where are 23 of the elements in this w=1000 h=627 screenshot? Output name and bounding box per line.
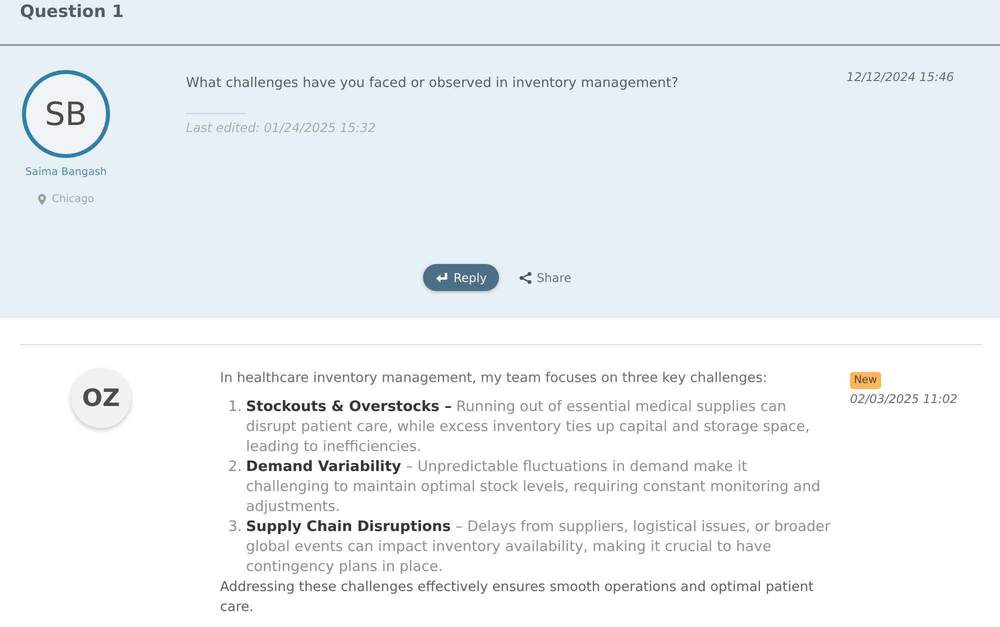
reply-arrow-icon [434,272,448,284]
map-pin-icon [38,194,46,204]
list-number: 3. [227,518,243,537]
author-avatar: SB [22,70,110,158]
question-title: Question 1 [20,1,124,24]
answer-avatar: OZ [71,368,131,428]
location-text: Chicago [52,192,94,206]
last-edited-text: Last edited: 01/24/2025 15:32 [186,120,377,136]
new-badge: New [850,372,881,389]
list-item-text: Stockouts & Overstocks – Running out of essential medical supplies can disrupt patient care, while excess inventory ties up capital and storage space, leading to inefficiencies. [246,398,811,457]
answer-intro-text: In healthcare inventory management, my team focuses on three key challenges: [220,369,768,388]
question-text: What challenges have you faced or observed in inventory management? [186,74,680,93]
reply-button[interactable]: Reply [422,264,499,291]
post-timestamp: 12/12/2024 15:46 [846,70,954,84]
list-item-text: Demand Variability – Unpredictable fluctuations in demand make it challenging to maintain optimal stock levels, requiring constant monitoring and adjustments. [246,458,822,517]
answer-timestamp: 02/03/2025 11:02 [850,392,958,406]
author-name-link[interactable]: Saima Bangash [25,165,107,179]
list-number: 2. [227,458,243,477]
list-item-text: Supply Chain Disruptions – Delays from suppliers, logistical issues, or broader global events can impact inventory availability, making it crucial to have contingency plans in place. [246,518,832,577]
share-icon [518,272,532,284]
share-button[interactable]: Share [518,270,572,284]
list-number: 1. [227,398,243,417]
answer-closing-text: Addressing these challenges effectively ensures smooth operations and optimal patient care. [220,578,815,617]
